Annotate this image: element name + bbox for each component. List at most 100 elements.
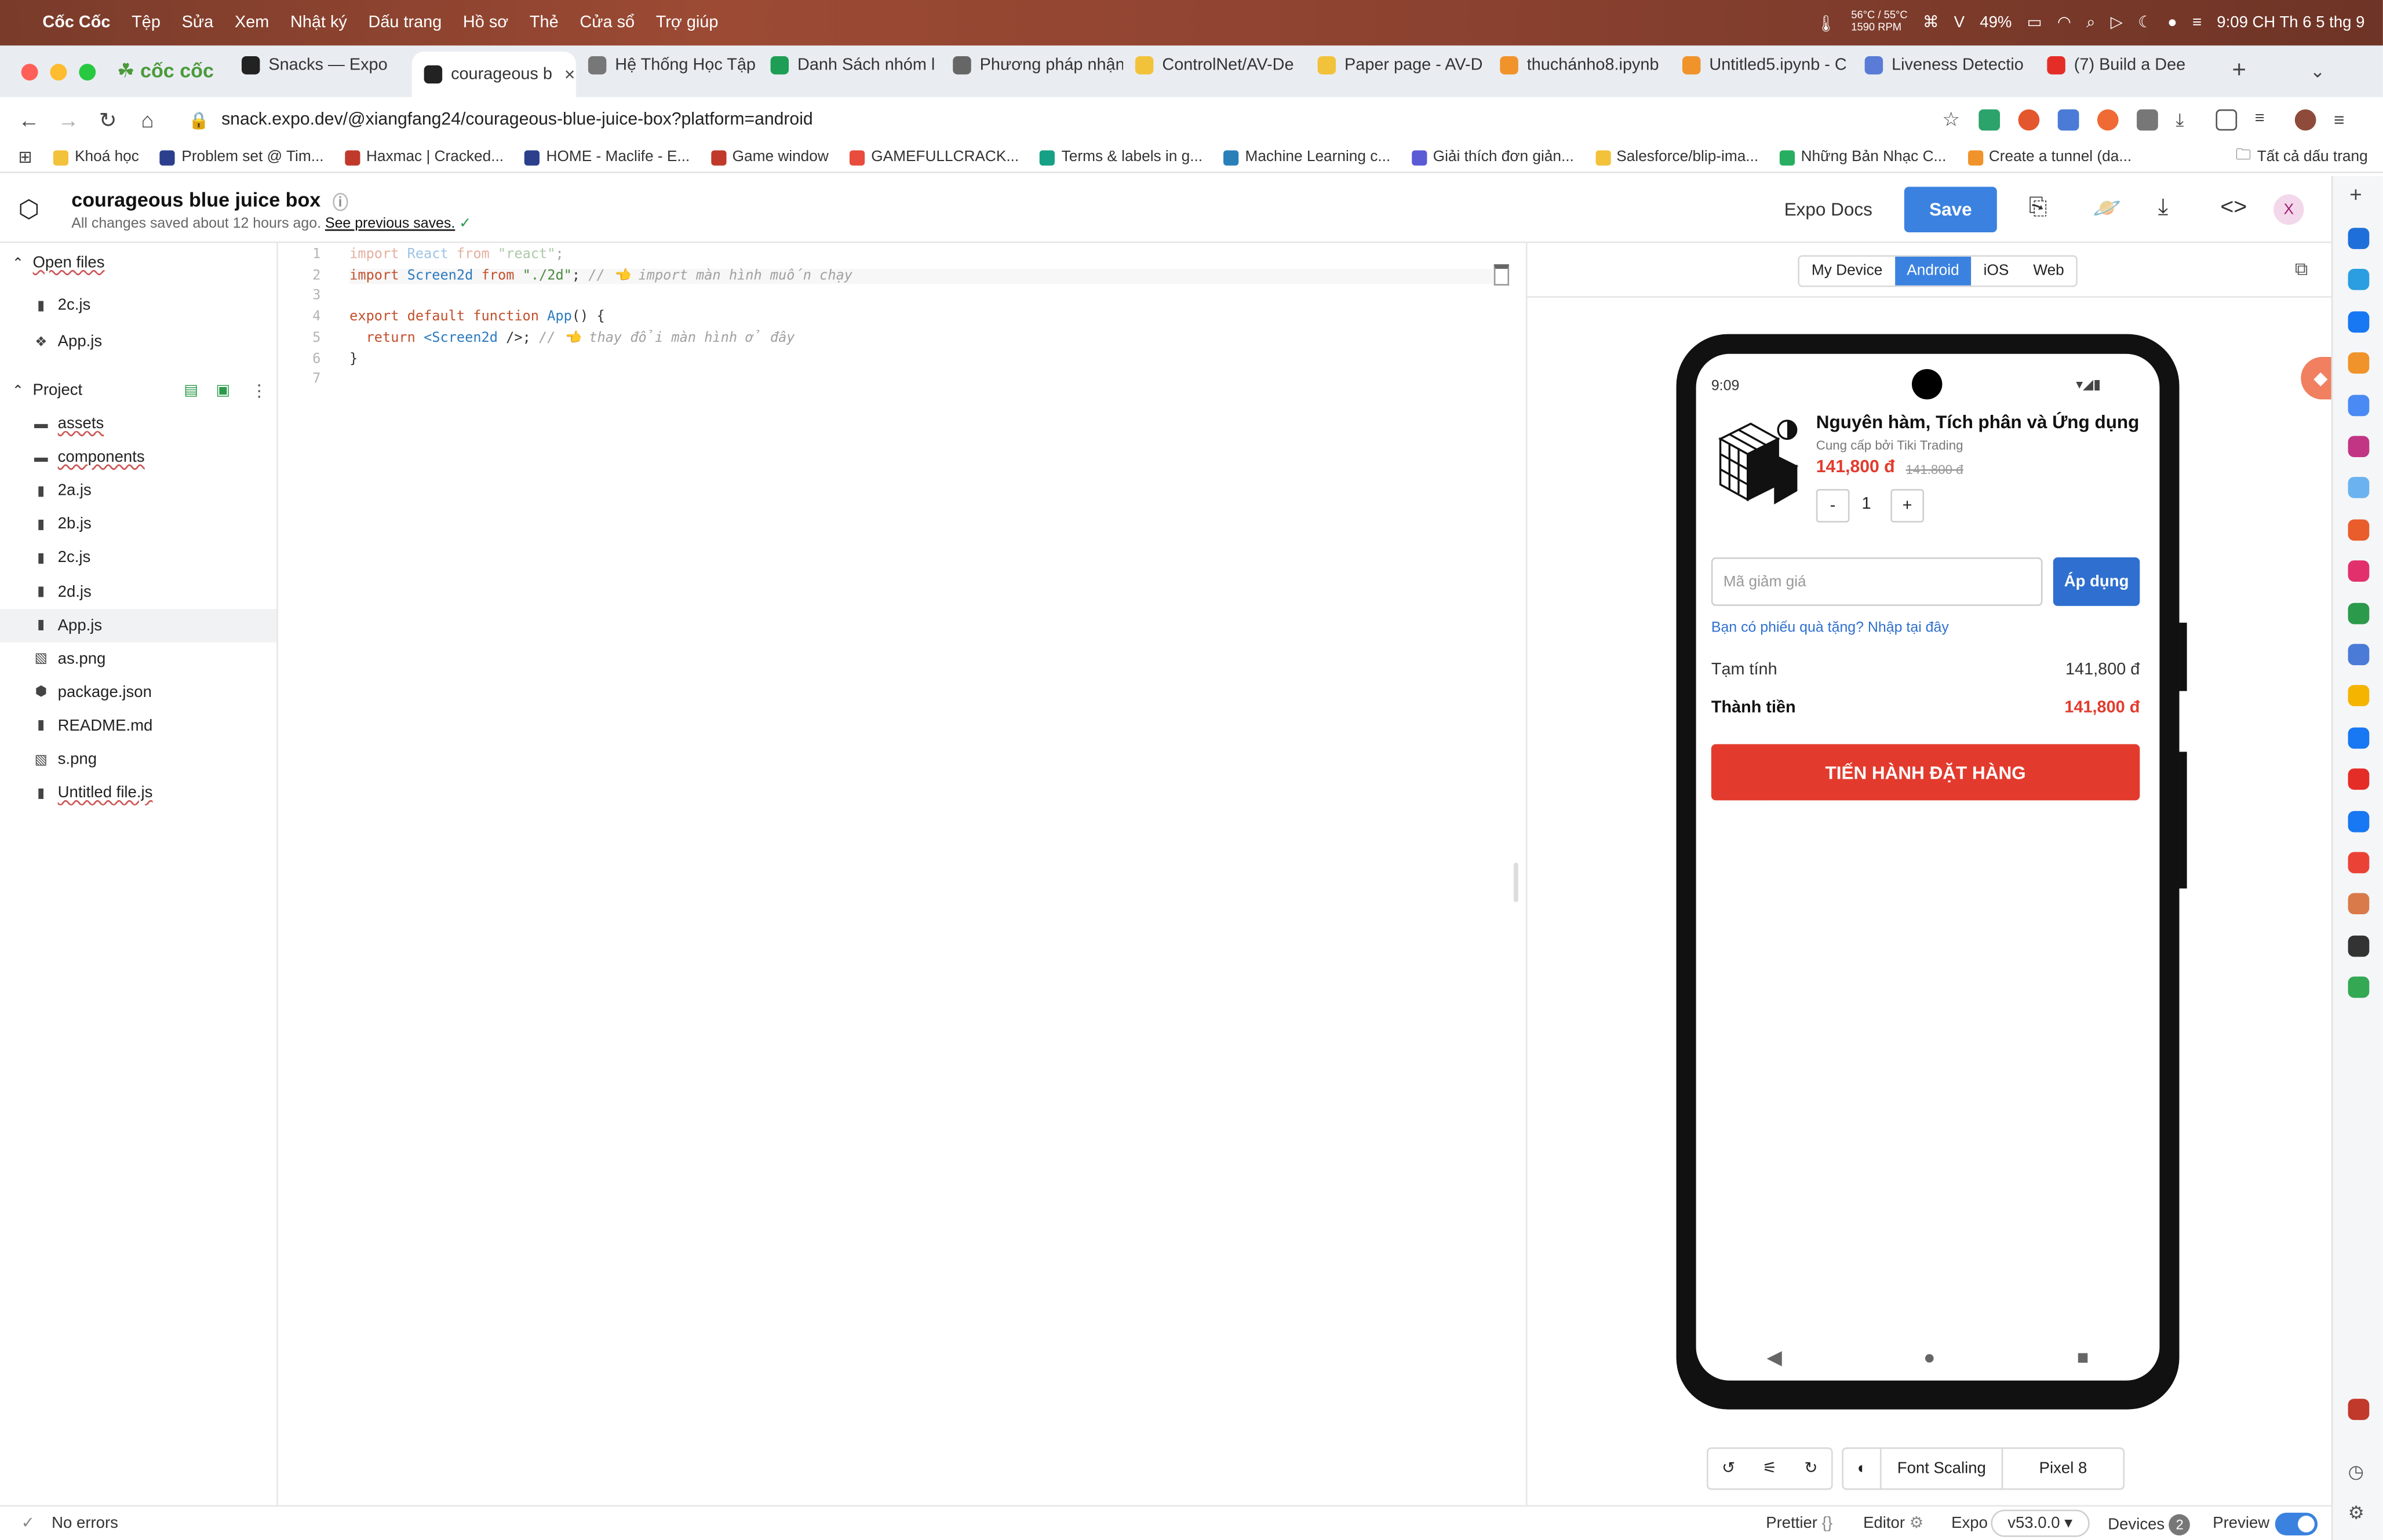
eighty-app-icon[interactable] [2348, 1399, 2370, 1420]
quantity-decrease-button[interactable]: - [1816, 489, 1850, 523]
bookmark-item[interactable]: HOME - Maclife - E... [524, 149, 690, 166]
reload-button[interactable]: ↻ [88, 107, 127, 133]
bookmark-item[interactable]: Machine Learning c... [1223, 149, 1390, 166]
menu-window[interactable]: Cửa sổ [580, 14, 635, 32]
nav-back-icon[interactable]: ◀ [1767, 1345, 1782, 1369]
tab-4[interactable]: Phương pháp nhận [940, 46, 1123, 85]
nav-recents-icon[interactable]: ■ [2077, 1345, 2089, 1368]
all-bookmarks-folder[interactable]: 🗀 Tất cả dấu trang [2236, 144, 2368, 170]
extension-shield-icon[interactable] [1978, 109, 2000, 131]
openai-icon[interactable] [2348, 935, 2370, 957]
extension-orange-icon[interactable] [2097, 109, 2118, 131]
close-tab-icon[interactable]: × [564, 64, 575, 85]
code-line[interactable]: export default function App() { [349, 310, 605, 325]
open-external-icon[interactable]: ⧉ [2295, 258, 2308, 281]
video-icon[interactable] [2348, 560, 2370, 582]
browser-menu-icon[interactable]: ≡ [2334, 109, 2355, 131]
close-window-button[interactable] [21, 63, 38, 80]
spotlight-search-icon[interactable]: ⌕ [2086, 13, 2095, 32]
info-icon[interactable]: i [332, 192, 348, 211]
nav-home-icon[interactable]: ● [1923, 1345, 1936, 1368]
coccoc-icon[interactable] [2348, 352, 2370, 374]
prettier-button[interactable]: Prettier {} [1766, 1514, 1832, 1532]
tab-3[interactable]: Danh Sách nhóm l [758, 46, 941, 85]
sidebar-settings-icon[interactable]: ⚙ [2348, 1502, 2364, 1523]
tab-10[interactable]: (7) Build a Dee [2035, 46, 2217, 85]
cloud-icon[interactable] [2348, 477, 2370, 499]
menu-edit[interactable]: Sửa [182, 14, 214, 32]
expo-snack-logo-icon[interactable]: ⬡ [18, 195, 39, 225]
preview-toggle[interactable] [2275, 1512, 2318, 1536]
file-item[interactable]: ▧ as.png [0, 642, 276, 676]
tab-8[interactable]: Untitled5.ipynb - C [1670, 46, 1852, 85]
file-item[interactable]: ⬢ package.json [0, 676, 276, 709]
instagram-icon[interactable] [2348, 436, 2370, 458]
bookmark-item[interactable]: Khoá học [53, 149, 139, 166]
history-icon[interactable]: ◷ [2348, 1461, 2364, 1483]
bookmark-item[interactable]: Salesforce/blip-ima... [1595, 149, 1758, 166]
code-editor[interactable]: 1 import React from "react"; 2 import Scre… [278, 243, 1525, 1505]
tab-7[interactable]: thuchánho8.ipynb [1488, 46, 1670, 85]
file-item[interactable]: ▮ 2b.js [0, 508, 276, 541]
file-item[interactable]: ▧ s.png [0, 743, 276, 776]
battery-icon[interactable]: ▭ [2027, 14, 2042, 32]
platform-my-device[interactable]: My Device [1799, 256, 1895, 286]
open-file-item[interactable]: ❖ App.js [0, 325, 276, 359]
file-item[interactable]: ▮ 2c.js [0, 541, 276, 575]
new-file-icon[interactable]: ▤ [184, 382, 198, 399]
add-panel-icon[interactable]: + [2349, 183, 2362, 207]
file-item[interactable]: ▮ 2a.js [0, 474, 276, 508]
forward-button[interactable]: → [49, 108, 88, 132]
code-line[interactable]: import Screen2d from "./2d"; // 👈 import… [349, 268, 1505, 284]
translate-icon[interactable] [2348, 644, 2370, 666]
sdk-version-select[interactable]: v53.0.0 ▾ [1991, 1509, 2089, 1537]
bookmark-item[interactable]: Những Bản Nhạc C... [1779, 149, 1946, 166]
expo-docs-link[interactable]: Expo Docs [1784, 199, 1872, 220]
status-app-icon[interactable]: ⌘ [1923, 14, 1939, 32]
facebook-alt-icon[interactable] [2348, 810, 2370, 832]
code-line[interactable]: } [349, 352, 358, 367]
control-center-icon[interactable]: ≡ [2192, 14, 2202, 32]
youtube-icon[interactable] [2348, 768, 2370, 790]
bookmark-item[interactable]: Giải thích đơn giản... [1411, 149, 1574, 166]
tab-2[interactable]: Hệ Thống Học Tập [575, 46, 758, 85]
quantity-increase-button[interactable]: + [1890, 489, 1924, 523]
claude-icon[interactable] [2348, 893, 2370, 915]
extension-chrome-icon[interactable] [2017, 109, 2039, 131]
save-button[interactable]: Save [1904, 187, 1997, 233]
minimap-thumb[interactable] [1493, 264, 1510, 286]
font-scaling-button[interactable]: Font Scaling [1880, 1447, 2001, 1490]
menu-profiles[interactable]: Hồ sơ [463, 14, 508, 32]
user-avatar[interactable]: X [2273, 194, 2304, 225]
bookmark-item[interactable]: Terms & labels in g... [1040, 149, 1203, 166]
gift-voucher-link[interactable]: Bạn có phiếu quà tặng? Nhập tại đây [1711, 619, 1949, 636]
h-app-icon[interactable] [2348, 602, 2370, 624]
moon-icon[interactable]: ☾ [2138, 14, 2152, 32]
open-file-item[interactable]: ▮ 2c.js [0, 289, 276, 322]
bookmark-item[interactable]: Problem set @ Tim... [160, 149, 324, 166]
bookmark-item[interactable]: Haxmac | Cracked... [345, 149, 504, 166]
sensor-readout[interactable]: 56°C / 55°C 1590 RPM [1851, 10, 1907, 35]
url-bar[interactable]: 🔒 snack.expo.dev/@xiangfang24/courageous… [188, 102, 1981, 138]
open-files-header[interactable]: ⌃ Open files [0, 246, 276, 280]
reload-preview-icon[interactable]: ↺ [1708, 1459, 1749, 1477]
minimize-window-button[interactable] [50, 63, 67, 80]
devices-button[interactable]: Devices 2 [2108, 1514, 2191, 1536]
photos-icon[interactable] [2348, 685, 2370, 707]
tab-9[interactable]: Liveness Detectio [1852, 46, 2035, 85]
profile-avatar-icon[interactable] [2294, 109, 2316, 131]
download-project-icon[interactable]: ⤓ [2158, 195, 2168, 221]
planet-icon[interactable]: 🪐 [2093, 195, 2121, 222]
tab-search-icon[interactable]: ⌄ [2310, 61, 2325, 82]
battery-percent[interactable]: 49% [1980, 14, 2012, 32]
zoom-window-button[interactable] [79, 63, 96, 80]
error-status[interactable]: No errors [52, 1514, 118, 1532]
menu-bookmarks[interactable]: Dấu trang [369, 14, 442, 32]
site-info-icon[interactable]: 🔒 [188, 110, 209, 130]
folder-item[interactable]: ▬ assets [0, 407, 276, 441]
apply-coupon-button[interactable]: Áp dụng [2053, 557, 2140, 606]
coccoc-logo[interactable]: ☘ cốc cốc [117, 59, 214, 83]
shopping-icon[interactable] [2348, 519, 2370, 541]
file-item[interactable]: ▮ 2d.js [0, 575, 276, 608]
download-icon[interactable]: ⤓ [2176, 109, 2198, 131]
